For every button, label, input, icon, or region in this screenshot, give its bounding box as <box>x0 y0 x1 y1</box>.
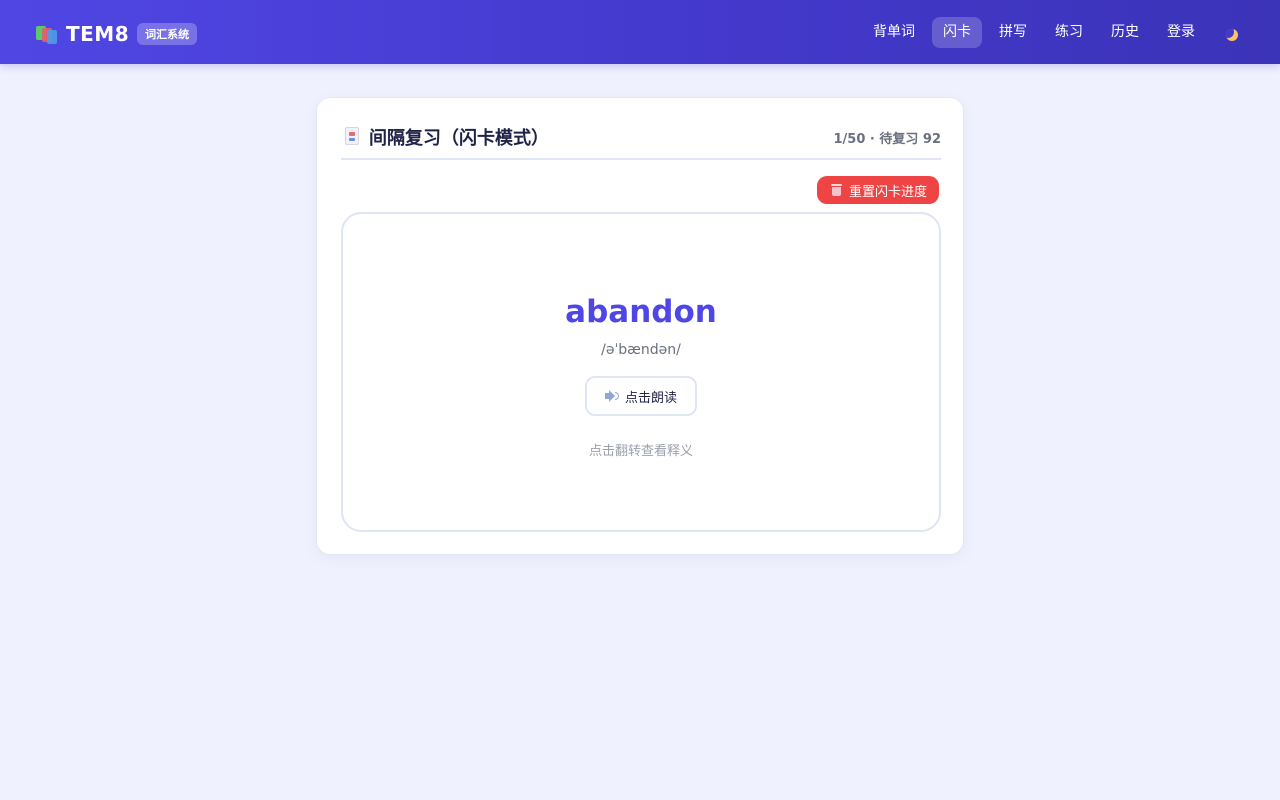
brand-title: TEM8 <box>66 22 130 46</box>
flashcard-word: abandon <box>565 294 717 330</box>
flashcard-panel: 间隔复习（闪卡模式） 1/50 · 待复习 92 重置闪卡进度 abandon … <box>316 97 964 555</box>
pronounce-label: 点击朗读 <box>624 390 677 406</box>
nav-item-login[interactable]: 登录 <box>1156 17 1206 48</box>
nav-item-spelling[interactable]: 拼写 <box>988 17 1038 48</box>
review-stats: 1/50 · 待复习 92 <box>833 132 942 147</box>
brand[interactable]: TEM8 词汇系统 <box>36 22 198 46</box>
speaker-icon <box>604 390 619 402</box>
top-navbar: TEM8 词汇系统 背单词 闪卡 拼写 练习 历史 登录 <box>0 0 1280 64</box>
nav-item-learn[interactable]: 背单词 <box>862 17 926 48</box>
reset-progress-button[interactable]: 重置闪卡进度 <box>816 176 939 204</box>
page-title: 间隔复习（闪卡模式） <box>369 128 549 149</box>
nav-item-history[interactable]: 历史 <box>1100 17 1150 48</box>
nav-item-practice[interactable]: 练习 <box>1044 17 1094 48</box>
flashcard[interactable]: abandon /əˈbændən/ 点击朗读 点击翻转查看释义 <box>341 212 941 532</box>
brand-badge: 词汇系统 <box>137 23 198 45</box>
reset-progress-label: 重置闪卡进度 <box>848 184 927 200</box>
theme-toggle-button[interactable] <box>1218 20 1244 46</box>
pronounce-button[interactable]: 点击朗读 <box>585 376 697 416</box>
panel-header: 间隔复习（闪卡模式） 1/50 · 待复习 92 <box>341 122 941 160</box>
moon-icon <box>1226 28 1238 41</box>
card-deck-icon <box>345 127 359 145</box>
flashcard-phonetic: /əˈbændən/ <box>601 342 681 358</box>
nav-item-flashcards[interactable]: 闪卡 <box>932 17 982 48</box>
trash-icon <box>830 184 842 196</box>
flip-hint: 点击翻转查看释义 <box>588 444 693 459</box>
books-icon <box>36 24 58 44</box>
main-nav: 背单词 闪卡 拼写 练习 历史 登录 <box>856 17 1244 48</box>
